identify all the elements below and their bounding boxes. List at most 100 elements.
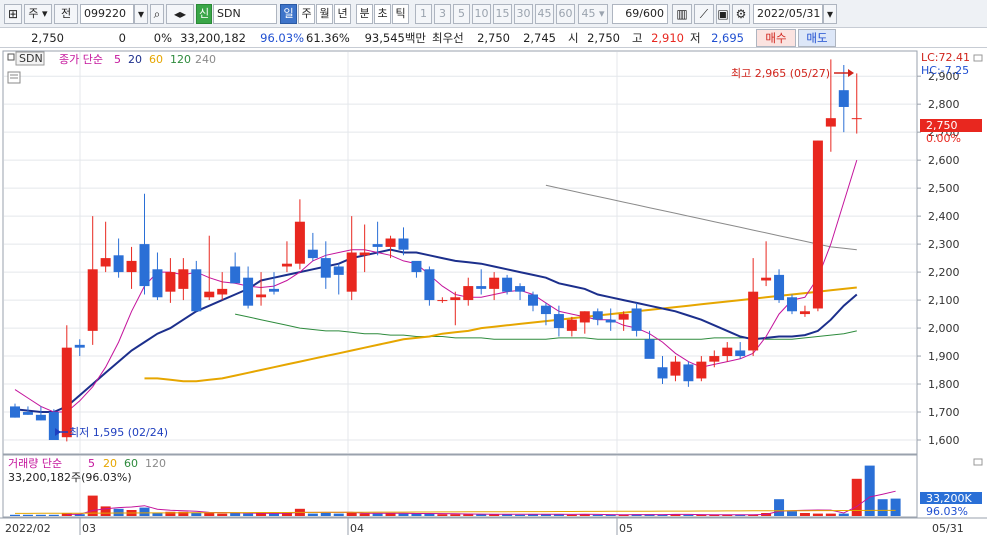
calendar-dropdown-icon[interactable]: ▾ <box>823 4 837 24</box>
timeframe-day[interactable]: 일 <box>280 4 297 24</box>
candle-body <box>502 277 513 292</box>
buy-button[interactable]: 매수 <box>756 29 796 47</box>
date-field[interactable]: 2022/05/31 <box>753 4 823 24</box>
candle-body <box>74 344 85 348</box>
candle-body <box>851 118 862 120</box>
candle-body <box>566 319 577 331</box>
candle-body <box>230 266 241 284</box>
candle-body <box>320 258 331 278</box>
hc-label: HC:-7.25 <box>921 64 969 77</box>
current-price: 2,750 <box>31 31 64 45</box>
candle-body <box>774 274 785 301</box>
candle-type-icon[interactable]: ▥ <box>672 4 692 24</box>
interval-45[interactable]: 45 <box>535 4 554 24</box>
chart-area[interactable]: 2,900 2,800 2,700 2,600 2,500 2,400 2,300 2,200… <box>0 48 987 539</box>
candle-body <box>243 277 254 306</box>
candle-body <box>631 308 642 331</box>
search-icon[interactable]: ⌕ <box>150 4 164 24</box>
candle-body <box>411 260 422 273</box>
high-annotation: 최고 2,965 (05/27) <box>731 67 830 80</box>
timeframe-second[interactable]: 초 <box>374 4 391 24</box>
low-annotation: 최저 1,595 (02/24) <box>69 426 168 439</box>
best-ask: 2,750 <box>477 31 510 45</box>
all-selector[interactable]: 전 <box>54 4 78 24</box>
candle-body <box>540 305 551 315</box>
y-tick-label: 2,200 <box>928 266 960 279</box>
candle-body <box>424 269 435 301</box>
candle-body <box>281 263 292 267</box>
timeframe-minute[interactable]: 분 <box>356 4 373 24</box>
volume-legend-label: 거래량 단순 <box>8 457 62 470</box>
candle-body <box>476 286 487 289</box>
volume-bar <box>139 507 150 516</box>
candle-body <box>437 300 448 302</box>
volume-bar <box>398 513 409 516</box>
interval-custom[interactable]: 45 ▾ <box>578 4 608 24</box>
volume-bar <box>812 513 823 516</box>
candle-body <box>22 412 33 415</box>
price-panel-toggle-icon[interactable] <box>973 54 983 62</box>
volume-bar <box>320 513 331 516</box>
candle-body <box>579 311 590 323</box>
candle-count-field[interactable]: 69/600 <box>612 4 668 24</box>
volume-tag-text: 33,200K <box>926 492 972 505</box>
interval-30[interactable]: 30 <box>514 4 533 24</box>
candle-body <box>515 286 526 292</box>
trade-amount: 93,545백만 <box>364 31 426 45</box>
candle-body <box>592 311 603 320</box>
save-icon[interactable]: ▣ <box>716 4 730 24</box>
candle-body <box>812 140 823 309</box>
gear-icon[interactable]: ⚙ <box>732 4 750 24</box>
interval-15[interactable]: 15 <box>493 4 512 24</box>
price-chart[interactable]: 2,9002,8002,7002,6002,5002,4002,3002,200… <box>0 48 987 539</box>
timeframe-month[interactable]: 월 <box>316 4 333 24</box>
code-dropdown-icon[interactable]: ▾ <box>134 4 148 24</box>
candle-body <box>709 356 720 362</box>
open-label: 시 <box>568 31 579 45</box>
sell-button[interactable]: 매도 <box>798 29 836 47</box>
volume-bar <box>152 513 163 516</box>
volume-bar <box>243 513 254 516</box>
candle-body <box>307 249 318 259</box>
volume-bar <box>437 514 448 516</box>
volume-legend-ma120: 120 <box>145 457 166 470</box>
volume-bar <box>307 513 318 516</box>
volume-legend-ma5: 5 <box>88 457 95 470</box>
volume-bar <box>113 508 124 516</box>
x-label-last-date: 05/31 <box>932 522 964 535</box>
interval-1[interactable]: 1 <box>415 4 432 24</box>
y-tick-label: 1,800 <box>928 378 960 391</box>
candle-body <box>385 238 396 247</box>
candle-body <box>787 297 797 312</box>
legend-ma60: 60 <box>149 53 163 66</box>
change-percent: 0% <box>153 31 172 45</box>
stock-code-input[interactable]: 099220 <box>80 4 134 24</box>
candle-body <box>644 339 655 359</box>
stock-name-field[interactable]: SDN <box>213 4 277 24</box>
speaker-icon[interactable]: ◂▸ <box>166 4 194 24</box>
interval-10[interactable]: 10 <box>472 4 491 24</box>
chart-settings-icon[interactable]: ⊞ <box>4 4 22 24</box>
interval-3[interactable]: 3 <box>434 4 451 24</box>
draw-tool-icon[interactable]: ⟋ <box>694 4 714 24</box>
y-tick-label: 2,300 <box>928 238 960 251</box>
timeframe-week[interactable]: 주 <box>298 4 315 24</box>
timeframe-year[interactable]: 년 <box>334 4 351 24</box>
interval-5[interactable]: 5 <box>453 4 470 24</box>
volume-bar <box>333 513 344 516</box>
volume-bar <box>372 513 383 516</box>
candle-body <box>398 238 409 250</box>
y-tick-label: 2,500 <box>928 182 960 195</box>
turnover-ratio: 61.36% <box>306 31 350 45</box>
candle-body <box>100 258 111 267</box>
new-badge: 신 <box>196 4 212 24</box>
candle-body <box>217 288 228 295</box>
volume-panel-toggle-icon[interactable] <box>973 458 983 466</box>
interval-60[interactable]: 60 <box>556 4 575 24</box>
x-label-apr: 04 <box>350 522 364 535</box>
timeframe-tick[interactable]: 틱 <box>392 4 409 24</box>
period-selector[interactable]: 주 ▾ <box>24 4 52 24</box>
high-label: 고 <box>632 31 643 45</box>
y-tick-label: 2,100 <box>928 294 960 307</box>
candle-body <box>48 412 59 441</box>
